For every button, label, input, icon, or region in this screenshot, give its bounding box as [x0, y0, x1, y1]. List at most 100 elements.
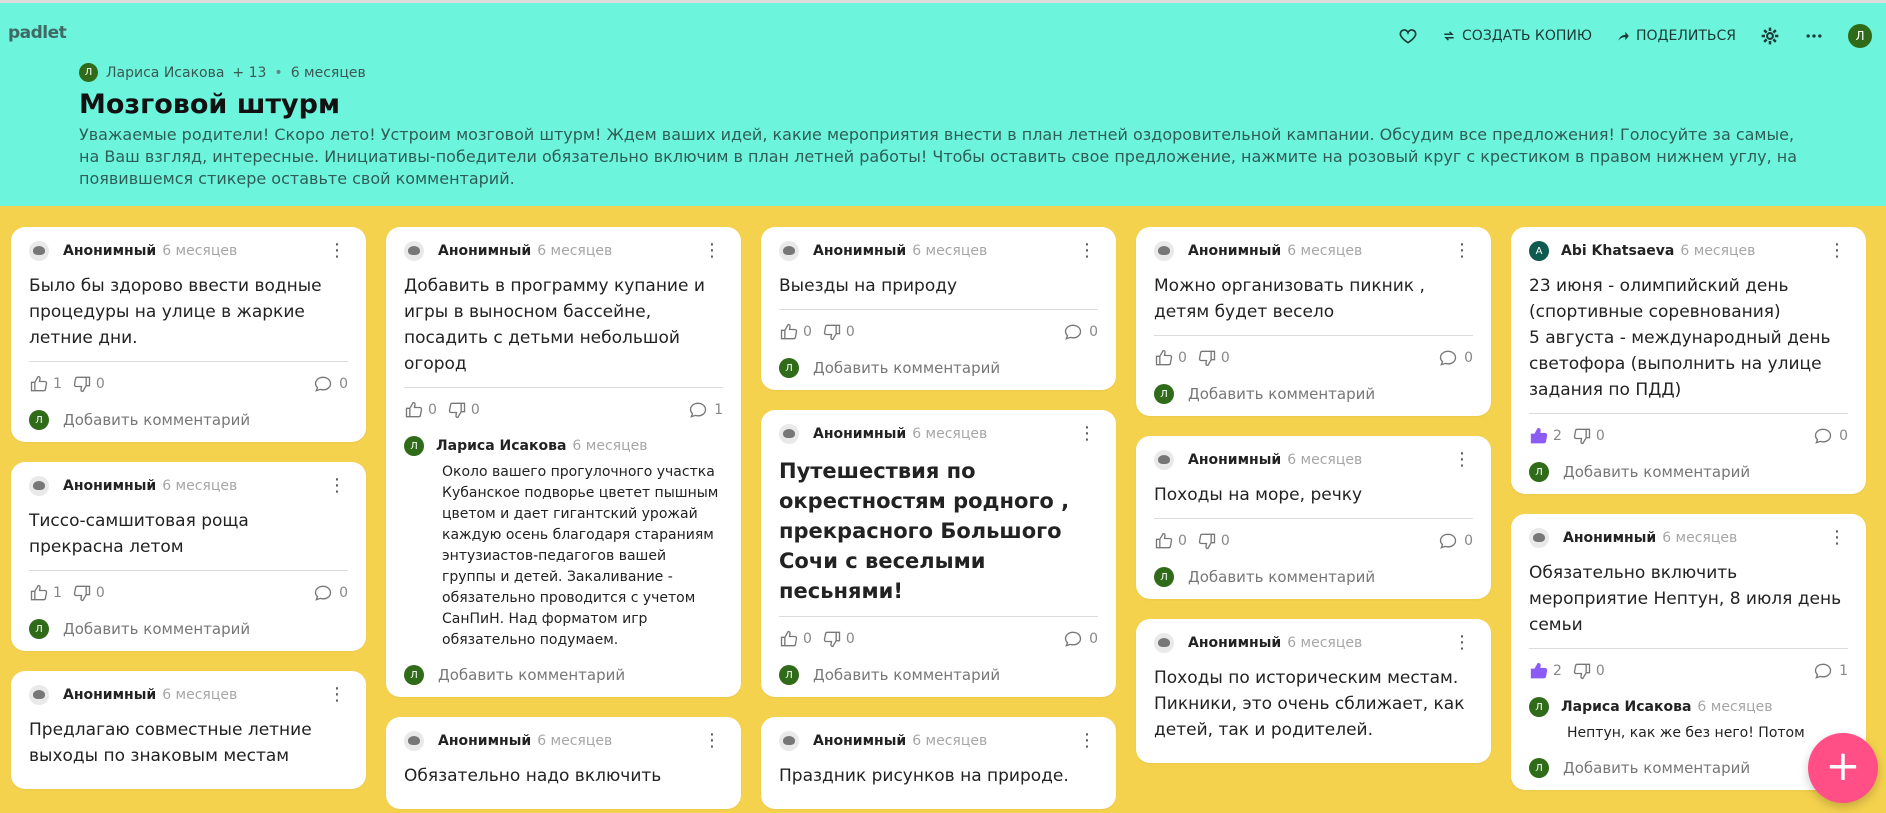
post-header: Анонимный 6 месяцев ⋮ — [779, 241, 1098, 261]
comments-button[interactable]: 0 — [313, 374, 348, 394]
post-reactions: 2 0 0 — [1529, 424, 1848, 448]
post-card[interactable]: Анонимный 6 месяцев ⋮ Походы на море, ре… — [1136, 436, 1491, 599]
commenter-avatar: Л — [1529, 697, 1549, 717]
comments-button[interactable]: 0 — [1813, 426, 1848, 446]
comments-button[interactable]: 1 — [1813, 661, 1848, 681]
post-card[interactable]: Анонимный 6 месяцев ⋮ Походы по историче… — [1136, 619, 1491, 763]
post-card[interactable]: Анонимный 6 месяцев ⋮ Можно организовать… — [1136, 227, 1491, 416]
add-comment-label: Добавить комментарий — [813, 359, 1001, 377]
comment-time: 6 месяцев — [1697, 699, 1773, 715]
post-column: Анонимный 6 месяцев ⋮ Выезды на природу … — [761, 227, 1116, 813]
post-card[interactable]: Анонимный 6 месяцев ⋮ Добавить в програм… — [386, 227, 741, 697]
comment-icon — [1064, 324, 1082, 340]
dislike-button[interactable]: 0 — [822, 629, 855, 649]
comments-button[interactable]: 0 — [1063, 629, 1098, 649]
post-menu-icon[interactable]: ⋮ — [1076, 425, 1098, 443]
dislike-button[interactable]: 0 — [1572, 426, 1605, 446]
post-card[interactable]: Анонимный 6 месяцев ⋮ Тиссо-самшитовая р… — [11, 462, 366, 651]
share-button[interactable]: ПОДЕЛИТЬСЯ — [1616, 28, 1736, 44]
board-author[interactable]: Лариса Исакова — [106, 65, 224, 81]
post-header: Анонимный 6 месяцев ⋮ — [404, 731, 723, 751]
post-menu-icon[interactable]: ⋮ — [1826, 529, 1848, 547]
post-menu-icon[interactable]: ⋮ — [1826, 242, 1848, 260]
dislike-button[interactable]: 0 — [72, 583, 105, 603]
add-comment-button[interactable]: Л Добавить комментарий — [1154, 567, 1473, 587]
copy-icon — [1444, 31, 1454, 41]
comment-icon — [689, 402, 707, 418]
dislike-button[interactable]: 0 — [822, 322, 855, 342]
post-menu-icon[interactable]: ⋮ — [701, 732, 723, 750]
add-comment-button[interactable]: Л Добавить комментарий — [1154, 384, 1473, 404]
post-divider — [1529, 413, 1848, 414]
like-button[interactable]: 1 — [29, 583, 62, 603]
like-board-button[interactable] — [1398, 26, 1418, 46]
post-menu-icon[interactable]: ⋮ — [326, 477, 348, 495]
post-menu-icon[interactable]: ⋮ — [701, 242, 723, 260]
comments-button[interactable]: 0 — [1438, 531, 1473, 551]
contributors-count[interactable]: + 13 — [232, 65, 266, 81]
more-menu-button[interactable] — [1804, 26, 1824, 46]
post-menu-icon[interactable]: ⋮ — [1451, 634, 1473, 652]
comments-button[interactable]: 0 — [1063, 322, 1098, 342]
post-card[interactable]: A Abi Khatsaeva 6 месяцев ⋮ 23 июня - ол… — [1511, 227, 1866, 494]
post-menu-icon[interactable]: ⋮ — [326, 686, 348, 704]
like-button[interactable]: 2 — [1529, 661, 1562, 681]
like-button[interactable]: 2 — [1529, 426, 1562, 446]
post-comment: Л Лариса Исакова 6 месяцев Около вашего … — [404, 436, 723, 651]
post-menu-icon[interactable]: ⋮ — [1451, 242, 1473, 260]
add-comment-label: Добавить комментарий — [1563, 463, 1751, 481]
like-button[interactable]: 1 — [29, 374, 62, 394]
comments-button[interactable]: 1 — [688, 400, 723, 420]
post-card[interactable]: Анонимный 6 месяцев ⋮ Путешествия по окр… — [761, 410, 1116, 697]
post-time: 6 месяцев — [1662, 530, 1738, 546]
dislike-button[interactable]: 0 — [447, 400, 480, 420]
post-card[interactable]: Анонимный 6 месяцев ⋮ Предлагаю совместн… — [11, 671, 366, 789]
dislike-button[interactable]: 0 — [72, 374, 105, 394]
add-comment-button[interactable]: Л Добавить комментарий — [779, 358, 1098, 378]
like-button[interactable]: 0 — [779, 322, 812, 342]
post-card[interactable]: Анонимный 6 месяцев ⋮ Было бы здорово вв… — [11, 227, 366, 442]
settings-button[interactable] — [1760, 26, 1780, 46]
separator-dot: • — [274, 64, 283, 81]
comment-icon — [314, 376, 332, 392]
like-button[interactable]: 0 — [1154, 348, 1187, 368]
add-comment-button[interactable]: Л Добавить комментарий — [1529, 462, 1848, 482]
add-comment-button[interactable]: Л Добавить комментарий — [1529, 758, 1848, 778]
like-count: 0 — [803, 324, 812, 340]
post-divider — [404, 387, 723, 388]
thumbs-down-icon — [823, 631, 841, 648]
post-divider — [779, 309, 1098, 310]
post-header: A Abi Khatsaeva 6 месяцев ⋮ — [1529, 241, 1848, 261]
current-user-avatar: Л — [1529, 758, 1549, 778]
like-button[interactable]: 0 — [404, 400, 437, 420]
add-comment-button[interactable]: Л Добавить комментарий — [779, 665, 1098, 685]
comments-button[interactable]: 0 — [1438, 348, 1473, 368]
post-time: 6 месяцев — [162, 687, 238, 703]
add-post-button[interactable]: + — [1808, 733, 1878, 803]
dislike-button[interactable]: 0 — [1197, 531, 1230, 551]
add-comment-button[interactable]: Л Добавить комментарий — [404, 665, 723, 685]
post-menu-icon[interactable]: ⋮ — [1076, 242, 1098, 260]
post-card[interactable]: Анонимный 6 месяцев ⋮ Выезды на природу … — [761, 227, 1116, 390]
post-card[interactable]: Анонимный 6 месяцев ⋮ Праздник рисунков … — [761, 717, 1116, 809]
like-button[interactable]: 0 — [1154, 531, 1187, 551]
post-body: Выезды на природу — [779, 276, 958, 296]
padlet-logo[interactable]: padlet — [8, 23, 67, 43]
post-card[interactable]: Анонимный 6 месяцев ⋮ Обязательно надо в… — [386, 717, 741, 809]
dislike-count: 0 — [1595, 663, 1605, 679]
add-comment-button[interactable]: Л Добавить комментарий — [29, 619, 348, 639]
dislike-button[interactable]: 0 — [1572, 661, 1605, 681]
comments-button[interactable]: 0 — [313, 583, 348, 603]
dislike-button[interactable]: 0 — [1197, 348, 1230, 368]
comment-count: 0 — [1464, 533, 1473, 549]
current-user-avatar: Л — [404, 665, 424, 685]
post-menu-icon[interactable]: ⋮ — [1451, 451, 1473, 469]
add-comment-button[interactable]: Л Добавить комментарий — [29, 410, 348, 430]
post-menu-icon[interactable]: ⋮ — [1076, 732, 1098, 750]
post-menu-icon[interactable]: ⋮ — [326, 242, 348, 260]
like-button[interactable]: 0 — [779, 629, 812, 649]
current-user-avatar: Л — [29, 619, 49, 639]
account-avatar[interactable]: Л — [1848, 24, 1872, 48]
post-body: Можно организовать пикник , детям будет … — [1154, 276, 1425, 322]
remake-button[interactable]: СОЗДАТЬ КОПИЮ — [1442, 28, 1592, 44]
